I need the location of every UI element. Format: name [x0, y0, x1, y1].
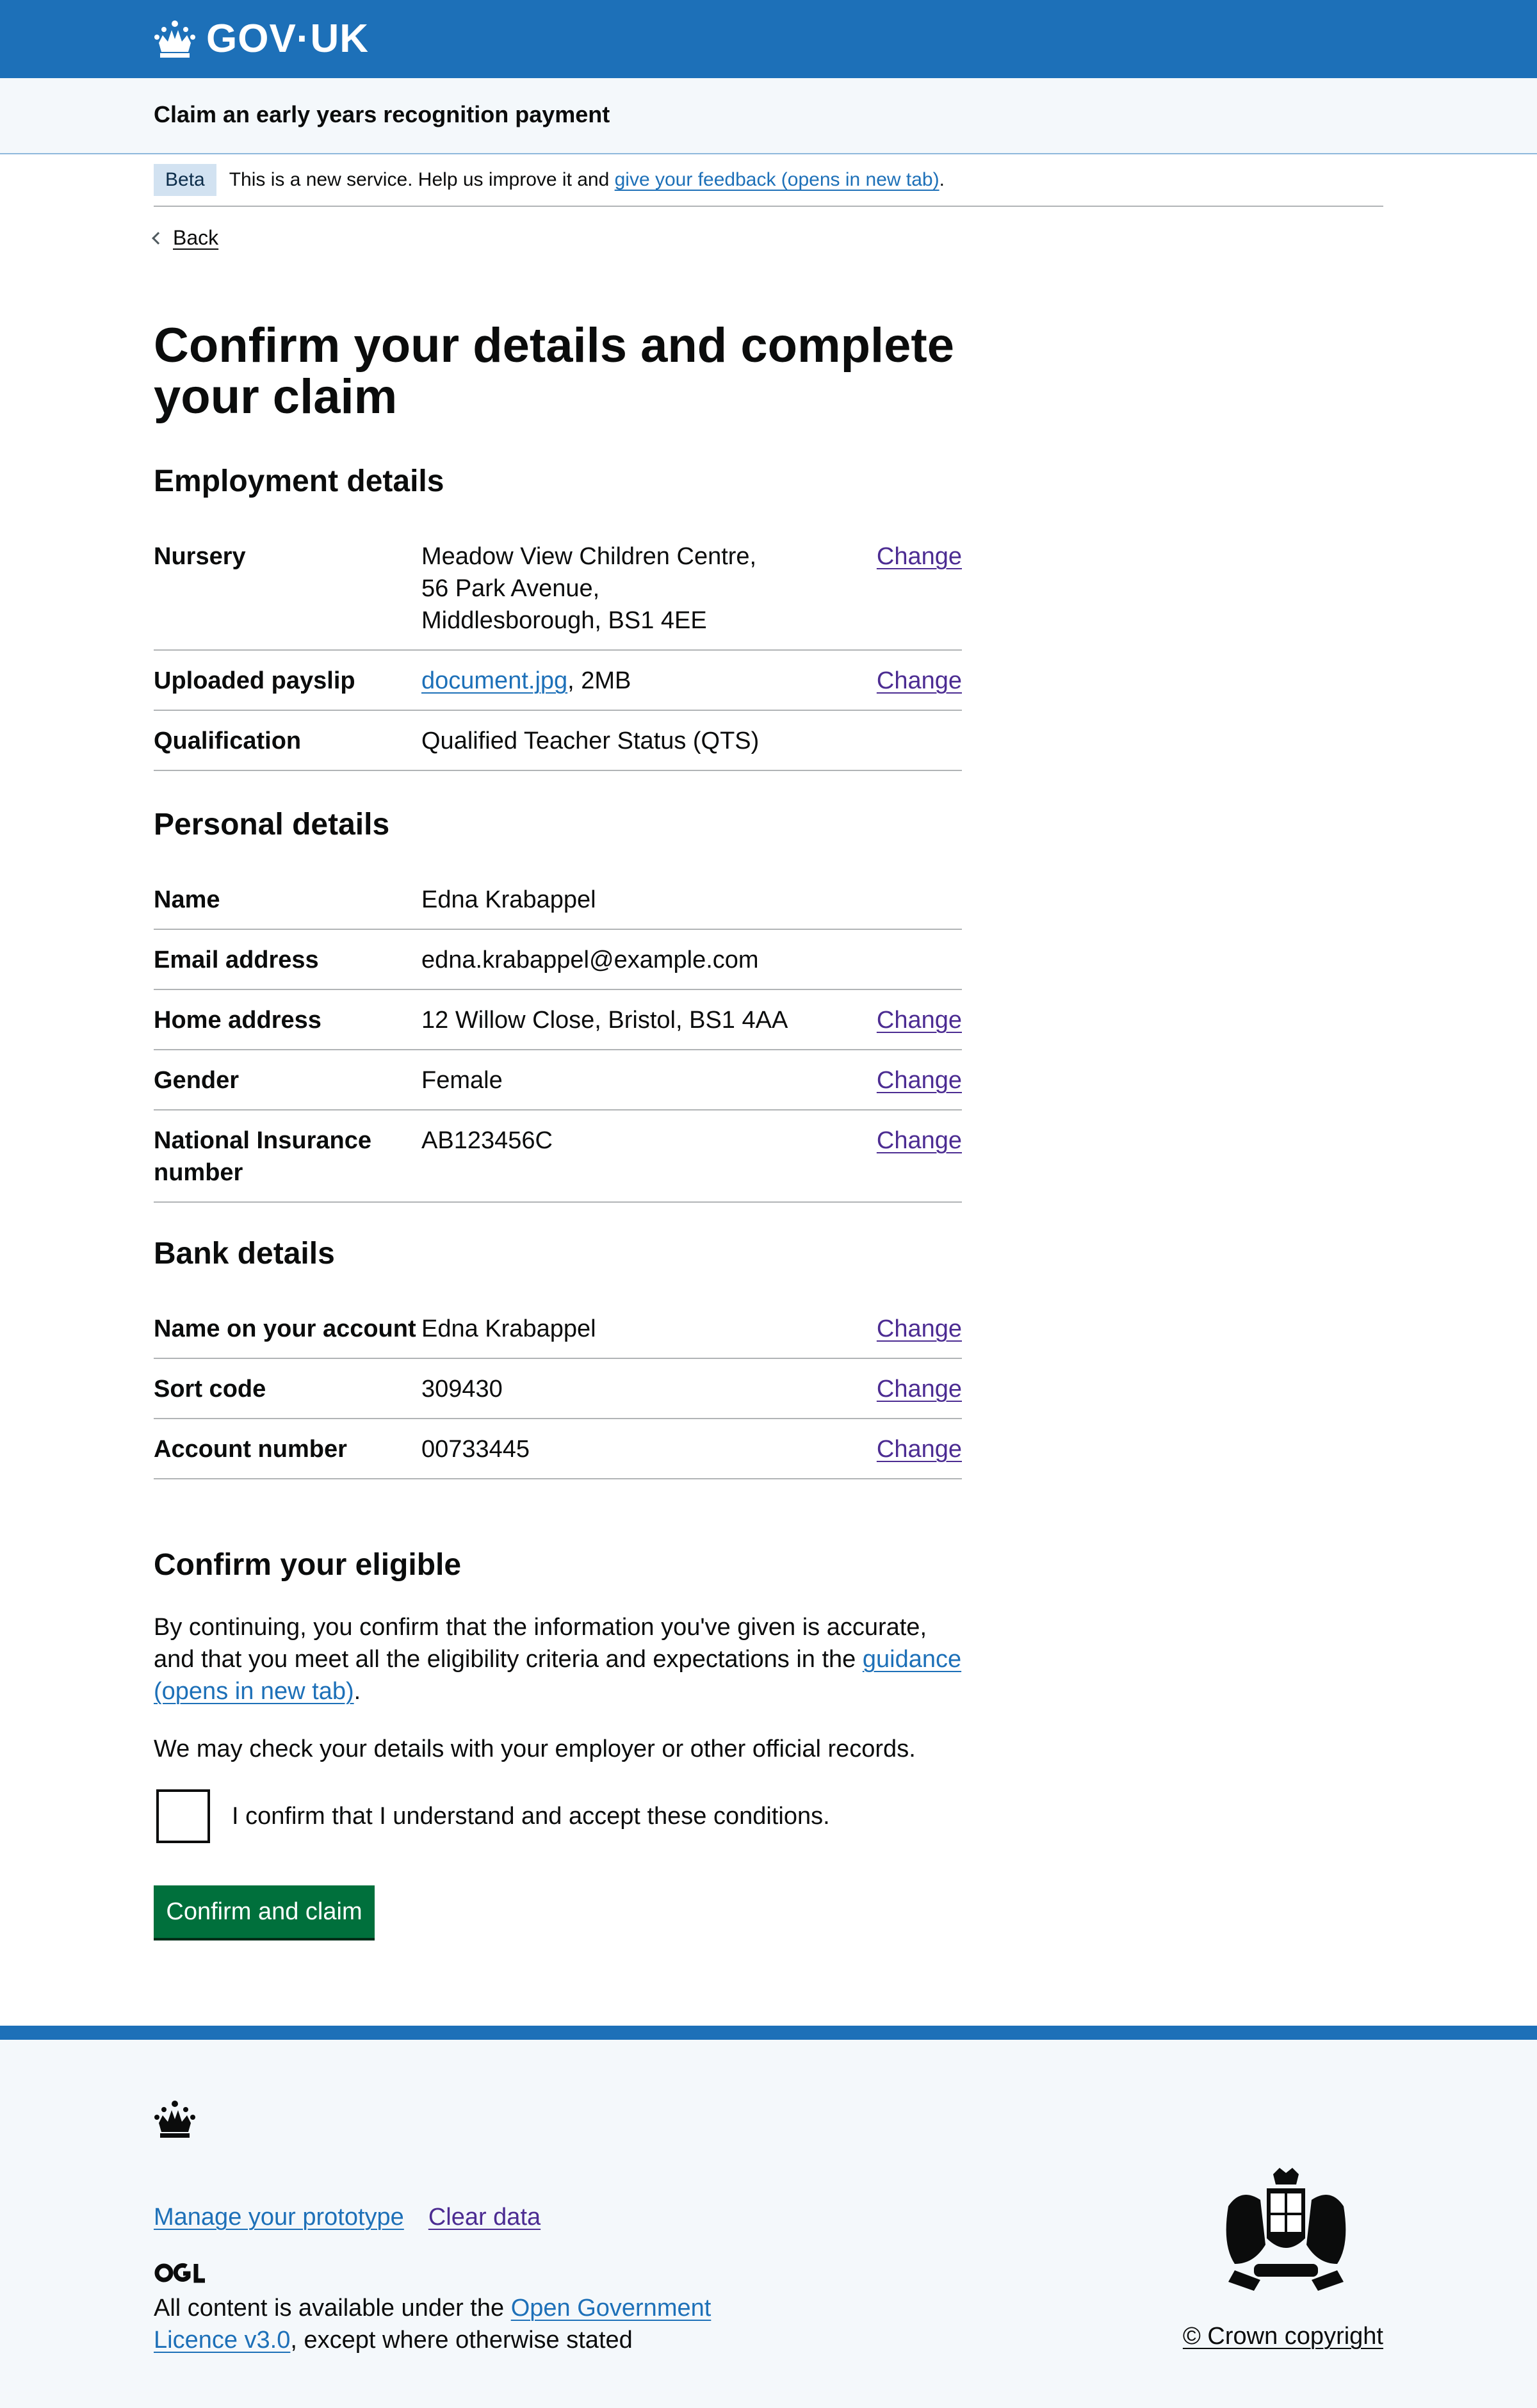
ogl-logo-icon — [154, 2263, 205, 2283]
records-check-paragraph: We may check your details with your empl… — [154, 1736, 916, 1762]
service-name[interactable]: Claim an early years recognition payment — [154, 101, 610, 128]
eligibility-paragraph: By continuing, you confirm that the info… — [154, 1611, 962, 1707]
change-national-insurance-link[interactable]: Change — [877, 1127, 962, 1154]
confirm-conditions-checkbox[interactable] — [156, 1789, 210, 1843]
summary-row-nursery: Nursery Meadow View Children Centre, 56 … — [154, 526, 962, 651]
back-link[interactable]: Back — [152, 226, 219, 250]
page-title: Confirm your details and complete your c… — [154, 318, 954, 424]
summary-value: Edna Krabappel — [421, 1315, 596, 1342]
summary-key: Home address — [154, 1007, 321, 1034]
summary-row-national-insurance: National Insurance number AB123456C Chan… — [154, 1110, 962, 1203]
service-navigation-bar: Claim an early years recognition payment — [0, 78, 1537, 154]
summary-action: Change — [859, 1110, 962, 1201]
licence-text-after: , except where otherwise stated — [290, 2327, 633, 2354]
summary-value: Edna Krabappel — [421, 886, 596, 913]
change-payslip-link[interactable]: Change — [877, 667, 962, 694]
summary-row-payslip: Uploaded payslip document.jpg, 2MB Chang… — [154, 651, 962, 711]
phase-banner: Beta This is a new service. Help us impr… — [154, 154, 1383, 207]
summary-row-account-name: Name on your account Edna Krabappel Chan… — [154, 1299, 962, 1359]
summary-value: 00733445 — [421, 1436, 530, 1463]
licence-text-before: All content is available under the — [154, 2295, 511, 2322]
summary-value: Qualified Teacher Status (QTS) — [421, 728, 760, 754]
summary-key: Email address — [154, 947, 319, 973]
summary-action: Change — [859, 1359, 962, 1418]
summary-key: Uploaded payslip — [154, 667, 355, 694]
nursery-line-1: Meadow View Children Centre, — [421, 543, 757, 570]
clear-data-link[interactable]: Clear data — [428, 2204, 541, 2231]
summary-value: document.jpg, 2MB — [421, 651, 859, 710]
crown-icon — [154, 20, 195, 58]
summary-value: edna.krabappel@example.com — [421, 947, 759, 973]
change-gender-link[interactable]: Change — [877, 1067, 962, 1094]
employment-summary-list: Nursery Meadow View Children Centre, 56 … — [154, 526, 962, 771]
phase-text-before: This is a new service. Help us improve i… — [229, 169, 615, 190]
change-nursery-link[interactable]: Change — [877, 543, 962, 570]
summary-key: Name — [154, 886, 220, 913]
bank-summary-list: Name on your account Edna Krabappel Chan… — [154, 1299, 962, 1479]
change-account-name-link[interactable]: Change — [877, 1315, 962, 1342]
change-sort-code-link[interactable]: Change — [877, 1376, 962, 1403]
summary-action: Change — [859, 1050, 962, 1109]
eligibility-text-end: . — [354, 1678, 361, 1705]
summary-action-empty — [859, 870, 962, 929]
summary-action: Change — [859, 1299, 962, 1358]
summary-action: Change — [859, 526, 962, 649]
phase-tag: Beta — [154, 164, 216, 196]
summary-value: 309430 — [421, 1376, 503, 1403]
phase-text-after: . — [939, 169, 945, 190]
summary-value: Meadow View Children Centre, 56 Park Ave… — [421, 526, 859, 649]
confirm-conditions-checkbox-item[interactable]: I confirm that I understand and accept t… — [154, 1789, 830, 1843]
feedback-link[interactable]: give your feedback (opens in new tab) — [615, 169, 939, 190]
summary-row-sort-code: Sort code 309430 Change — [154, 1359, 962, 1419]
change-home-address-link[interactable]: Change — [877, 1007, 962, 1034]
confirm-conditions-label[interactable]: I confirm that I understand and accept t… — [232, 1803, 830, 1830]
personal-summary-list: Name Edna Krabappel Email address edna.k… — [154, 870, 962, 1203]
back-link-label: Back — [173, 226, 219, 249]
summary-key: Name on your account — [154, 1315, 416, 1342]
royal-coat-of-arms-icon — [1226, 2168, 1346, 2291]
summary-key: Qualification — [154, 728, 302, 754]
summary-value: AB123456C — [421, 1127, 553, 1154]
change-account-number-link[interactable]: Change — [877, 1436, 962, 1463]
summary-key: Gender — [154, 1067, 240, 1094]
payslip-file-size: , 2MB — [567, 667, 631, 694]
summary-key: Sort code — [154, 1376, 266, 1403]
summary-action: Change — [859, 990, 962, 1049]
personal-details-heading: Personal details — [154, 808, 390, 842]
summary-action-empty — [859, 711, 962, 770]
summary-row-qualification: Qualification Qualified Teacher Status (… — [154, 711, 962, 771]
crown-icon — [154, 2101, 195, 2138]
phase-text: This is a new service. Help us improve i… — [229, 169, 945, 191]
gov-header: GOV·UK — [0, 0, 1537, 78]
summary-action: Change — [859, 1419, 962, 1478]
confirm-eligible-heading: Confirm your eligible — [154, 1548, 462, 1582]
summary-value: 12 Willow Close, Bristol, BS1 4AA — [421, 1007, 788, 1034]
licence-text: All content is available under the Open … — [154, 2292, 730, 2356]
summary-key: Nursery — [154, 543, 246, 570]
summary-row-email: Email address edna.krabappel@example.com — [154, 930, 962, 990]
footer-links: Manage your prototype Clear data — [154, 2204, 541, 2231]
bank-details-heading: Bank details — [154, 1237, 335, 1271]
gov-uk-logotype: GOV·UK — [206, 16, 369, 61]
gov-uk-logo-link[interactable]: GOV·UK — [154, 14, 369, 63]
summary-key: Account number — [154, 1436, 347, 1463]
summary-action-empty — [859, 930, 962, 989]
manage-prototype-link[interactable]: Manage your prototype — [154, 2204, 404, 2231]
summary-action: Change — [859, 651, 962, 710]
summary-value: Female — [421, 1067, 503, 1094]
summary-row-account-number: Account number 00733445 Change — [154, 1419, 962, 1479]
summary-row-home-address: Home address 12 Willow Close, Bristol, B… — [154, 990, 962, 1050]
nursery-line-3: Middlesborough, BS1 4EE — [421, 607, 707, 634]
employment-details-heading: Employment details — [154, 464, 444, 498]
chevron-left-icon — [152, 231, 165, 245]
summary-key: National Insurance number — [154, 1127, 371, 1186]
confirm-and-claim-button[interactable]: Confirm and claim — [154, 1885, 375, 1938]
footer: Manage your prototype Clear data All con… — [0, 2026, 1537, 2408]
payslip-file-link[interactable]: document.jpg — [421, 667, 567, 694]
eligibility-text: By continuing, you confirm that the info… — [154, 1614, 927, 1673]
crown-copyright-link[interactable]: © Crown copyright — [1183, 2323, 1383, 2350]
summary-row-name: Name Edna Krabappel — [154, 870, 962, 930]
summary-row-gender: Gender Female Change — [154, 1050, 962, 1110]
nursery-line-2: 56 Park Avenue, — [421, 575, 600, 602]
